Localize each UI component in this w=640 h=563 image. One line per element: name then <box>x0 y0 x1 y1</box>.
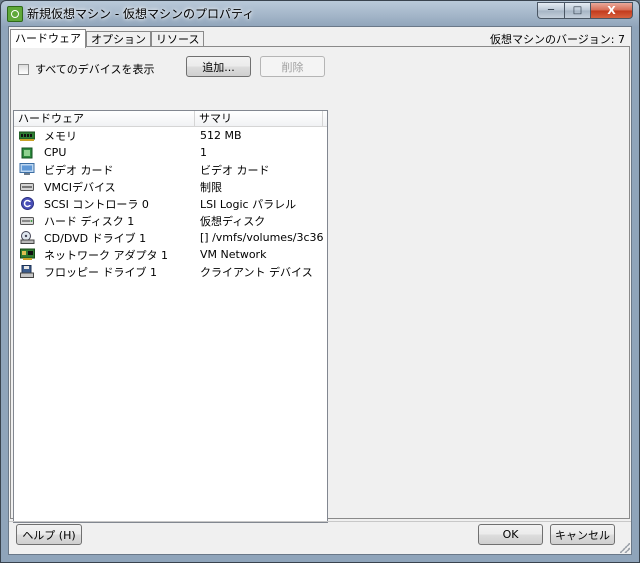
table-row[interactable]: VMCIデバイス 制限 <box>14 178 327 195</box>
hardware-name: ビデオ カード <box>44 163 114 177</box>
hardware-summary: 制限 <box>200 180 222 194</box>
vmci-device-icon <box>19 180 35 193</box>
remove-button[interactable]: 削除 <box>260 56 325 77</box>
video-card-icon <box>19 163 35 176</box>
show-all-devices-label: すべてのデバイスを表示 <box>35 63 155 76</box>
hardware-name: フロッピー ドライブ 1 <box>44 265 157 279</box>
vm-app-icon <box>7 6 23 22</box>
ok-button[interactable]: OK <box>478 524 543 545</box>
minimize-button[interactable]: ─ <box>537 2 564 19</box>
hardware-summary: LSI Logic パラレル <box>200 197 297 211</box>
hardware-summary: [] /vmfs/volumes/3c36... <box>200 231 323 244</box>
minimize-icon: ─ <box>547 5 555 16</box>
table-row[interactable]: ネットワーク アダプタ 1 VM Network <box>14 246 327 263</box>
hardware-summary: ビデオ カード <box>200 163 270 177</box>
dialog-client-area: ハードウェア オプション リソース 仮想マシンのバージョン: 7 すべてのデバイ… <box>8 26 632 555</box>
hardware-summary: クライアント デバイス <box>200 265 313 279</box>
window-title: 新規仮想マシン - 仮想マシンのプロパティ <box>27 7 255 21</box>
maximize-icon: □ <box>572 5 583 16</box>
table-row[interactable]: CD/DVD ドライブ 1 [] /vmfs/volumes/3c36... <box>14 229 327 246</box>
help-button[interactable]: ヘルプ (H) <box>16 524 82 545</box>
table-row[interactable]: SCSI コントローラ 0 LSI Logic パラレル <box>14 195 327 212</box>
hardware-summary: 512 MB <box>200 129 242 142</box>
close-button[interactable]: X <box>590 2 633 19</box>
column-header-summary[interactable]: サマリ <box>195 111 323 126</box>
properties-window: 新規仮想マシン - 仮想マシンのプロパティ ─ □ X ハードウェア オプション… <box>0 0 640 563</box>
add-button[interactable]: 追加... <box>186 56 251 77</box>
maximize-button[interactable]: □ <box>564 2 590 19</box>
table-row[interactable]: メモリ 512 MB <box>14 127 327 144</box>
table-row[interactable]: フロッピー ドライブ 1 クライアント デバイス <box>14 263 327 280</box>
show-all-devices-option[interactable]: すべてのデバイスを表示 <box>18 61 154 77</box>
hardware-summary: VM Network <box>200 248 267 261</box>
hardware-summary: 1 <box>200 146 207 159</box>
resize-grip[interactable] <box>620 543 630 553</box>
hardware-name: ハード ディスク 1 <box>44 214 135 228</box>
table-row[interactable]: CPU 1 <box>14 144 327 161</box>
vm-version-label: 仮想マシンのバージョン: 7 <box>490 33 625 46</box>
network-adapter-icon <box>19 248 35 261</box>
hardware-name: VMCIデバイス <box>44 180 116 194</box>
column-header-hardware[interactable]: ハードウェア <box>14 111 195 126</box>
table-row[interactable]: ハード ディスク 1 仮想ディスク <box>14 212 327 229</box>
cpu-icon <box>19 146 35 159</box>
floppy-drive-icon <box>19 265 35 278</box>
hardware-name: メモリ <box>44 129 77 143</box>
footer-divider <box>9 521 631 522</box>
hardware-name: CD/DVD ドライブ 1 <box>44 231 147 245</box>
title-bar[interactable]: 新規仮想マシン - 仮想マシンのプロパティ ─ □ X <box>1 1 639 25</box>
hardware-name: SCSI コントローラ 0 <box>44 197 149 211</box>
hardware-summary: 仮想ディスク <box>200 214 266 228</box>
cancel-button[interactable]: キャンセル <box>550 524 615 545</box>
close-icon: X <box>607 4 616 17</box>
scsi-controller-icon <box>19 197 35 210</box>
memory-icon <box>19 129 35 142</box>
hardware-name: ネットワーク アダプタ 1 <box>44 248 168 262</box>
tab-hardware[interactable]: ハードウェア <box>10 29 86 48</box>
table-row[interactable]: ビデオ カード ビデオ カード <box>14 161 327 178</box>
hardware-name: CPU <box>44 146 67 159</box>
window-controls: ─ □ X <box>537 2 633 20</box>
tab-strip: ハードウェア オプション リソース <box>10 29 205 48</box>
hardware-tab-panel: すべてのデバイスを表示 追加... 削除 ハードウェア サマリ メモリ 512 <box>10 46 630 523</box>
hardware-list[interactable]: ハードウェア サマリ メモリ 512 MB CPU 1 ビデオ カード ビデオ … <box>13 110 328 523</box>
cd-dvd-drive-icon <box>19 231 35 244</box>
hardware-list-header: ハードウェア サマリ <box>14 111 327 127</box>
show-all-devices-checkbox[interactable] <box>18 63 29 75</box>
hard-disk-icon <box>19 214 35 227</box>
